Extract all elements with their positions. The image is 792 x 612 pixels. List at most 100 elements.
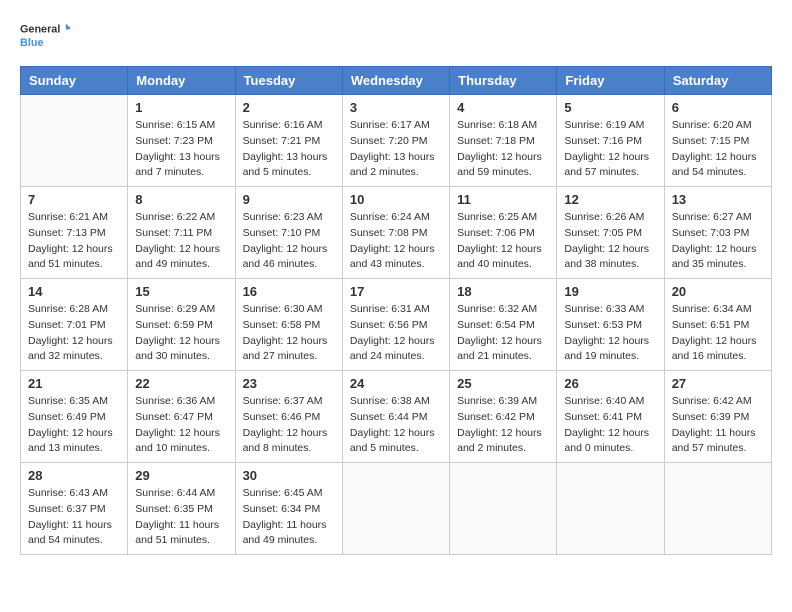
- day-info: Sunrise: 6:33 AMSunset: 6:53 PMDaylight:…: [564, 302, 656, 365]
- day-number: 28: [28, 468, 120, 483]
- calendar-cell: 4 Sunrise: 6:18 AMSunset: 7:18 PMDaylight…: [450, 95, 557, 187]
- calendar-cell: 30 Sunrise: 6:45 AMSunset: 6:34 PMDayligh…: [235, 463, 342, 555]
- day-number: 20: [672, 284, 764, 299]
- day-number: 4: [457, 100, 549, 115]
- weekday-header-saturday: Saturday: [664, 67, 771, 95]
- day-number: 13: [672, 192, 764, 207]
- weekday-header-friday: Friday: [557, 67, 664, 95]
- day-number: 6: [672, 100, 764, 115]
- weekday-header-thursday: Thursday: [450, 67, 557, 95]
- calendar-cell: 26 Sunrise: 6:40 AMSunset: 6:41 PMDayligh…: [557, 371, 664, 463]
- calendar-cell: 12 Sunrise: 6:26 AMSunset: 7:05 PMDayligh…: [557, 187, 664, 279]
- calendar-cell: [342, 463, 449, 555]
- calendar-cell: [450, 463, 557, 555]
- day-number: 11: [457, 192, 549, 207]
- calendar-cell: 20 Sunrise: 6:34 AMSunset: 6:51 PMDayligh…: [664, 279, 771, 371]
- day-info: Sunrise: 6:30 AMSunset: 6:58 PMDaylight:…: [243, 302, 335, 365]
- calendar-cell: 7Sunrise: 6:21 AMSunset: 7:13 PMDaylight…: [21, 187, 128, 279]
- week-row-1: 7Sunrise: 6:21 AMSunset: 7:13 PMDaylight…: [21, 187, 772, 279]
- calendar-cell: 27Sunrise: 6:42 AMSunset: 6:39 PMDayligh…: [664, 371, 771, 463]
- logo-svg: General Blue: [20, 16, 70, 56]
- svg-text:Blue: Blue: [20, 37, 43, 49]
- calendar-cell: 25 Sunrise: 6:39 AMSunset: 6:42 PMDayligh…: [450, 371, 557, 463]
- day-info: Sunrise: 6:35 AMSunset: 6:49 PMDaylight:…: [28, 394, 120, 457]
- day-number: 24: [350, 376, 442, 391]
- day-info: Sunrise: 6:43 AMSunset: 6:37 PMDaylight:…: [28, 486, 120, 549]
- day-info: Sunrise: 6:15 AMSunset: 7:23 PMDaylight:…: [135, 118, 227, 181]
- day-number: 5: [564, 100, 656, 115]
- calendar-cell: 1 Sunrise: 6:15 AMSunset: 7:23 PMDaylight…: [128, 95, 235, 187]
- day-info: Sunrise: 6:22 AMSunset: 7:11 PMDaylight:…: [135, 210, 227, 273]
- day-info: Sunrise: 6:28 AMSunset: 7:01 PMDaylight:…: [28, 302, 120, 365]
- day-info: Sunrise: 6:26 AMSunset: 7:05 PMDaylight:…: [564, 210, 656, 273]
- calendar-cell: 5 Sunrise: 6:19 AMSunset: 7:16 PMDaylight…: [557, 95, 664, 187]
- calendar-cell: 17 Sunrise: 6:31 AMSunset: 6:56 PMDayligh…: [342, 279, 449, 371]
- calendar-cell: 29 Sunrise: 6:44 AMSunset: 6:35 PMDayligh…: [128, 463, 235, 555]
- calendar-cell: 21Sunrise: 6:35 AMSunset: 6:49 PMDayligh…: [21, 371, 128, 463]
- day-number: 30: [243, 468, 335, 483]
- calendar-cell: 9 Sunrise: 6:23 AMSunset: 7:10 PMDaylight…: [235, 187, 342, 279]
- day-info: Sunrise: 6:20 AMSunset: 7:15 PMDaylight:…: [672, 118, 764, 181]
- calendar-cell: 23 Sunrise: 6:37 AMSunset: 6:46 PMDayligh…: [235, 371, 342, 463]
- day-number: 14: [28, 284, 120, 299]
- day-info: Sunrise: 6:19 AMSunset: 7:16 PMDaylight:…: [564, 118, 656, 181]
- weekday-header-monday: Monday: [128, 67, 235, 95]
- day-info: Sunrise: 6:23 AMSunset: 7:10 PMDaylight:…: [243, 210, 335, 273]
- day-info: Sunrise: 6:39 AMSunset: 6:42 PMDaylight:…: [457, 394, 549, 457]
- weekday-header-wednesday: Wednesday: [342, 67, 449, 95]
- calendar-cell: 16 Sunrise: 6:30 AMSunset: 6:58 PMDayligh…: [235, 279, 342, 371]
- calendar-cell: 3 Sunrise: 6:17 AMSunset: 7:20 PMDaylight…: [342, 95, 449, 187]
- day-number: 29: [135, 468, 227, 483]
- day-number: 3: [350, 100, 442, 115]
- calendar-cell: 2Sunrise: 6:16 AMSunset: 7:21 PMDaylight…: [235, 95, 342, 187]
- day-number: 9: [243, 192, 335, 207]
- calendar-cell: 22 Sunrise: 6:36 AMSunset: 6:47 PMDayligh…: [128, 371, 235, 463]
- day-number: 23: [243, 376, 335, 391]
- day-number: 25: [457, 376, 549, 391]
- calendar-cell: [557, 463, 664, 555]
- day-info: Sunrise: 6:18 AMSunset: 7:18 PMDaylight:…: [457, 118, 549, 181]
- day-number: 19: [564, 284, 656, 299]
- day-number: 17: [350, 284, 442, 299]
- weekday-header-tuesday: Tuesday: [235, 67, 342, 95]
- day-number: 2: [243, 100, 335, 115]
- day-info: Sunrise: 6:37 AMSunset: 6:46 PMDaylight:…: [243, 394, 335, 457]
- day-info: Sunrise: 6:32 AMSunset: 6:54 PMDaylight:…: [457, 302, 549, 365]
- day-number: 26: [564, 376, 656, 391]
- header: General Blue: [20, 16, 772, 56]
- weekday-header-sunday: Sunday: [21, 67, 128, 95]
- day-info: Sunrise: 6:17 AMSunset: 7:20 PMDaylight:…: [350, 118, 442, 181]
- day-info: Sunrise: 6:38 AMSunset: 6:44 PMDaylight:…: [350, 394, 442, 457]
- calendar-cell: 8 Sunrise: 6:22 AMSunset: 7:11 PMDaylight…: [128, 187, 235, 279]
- day-info: Sunrise: 6:34 AMSunset: 6:51 PMDaylight:…: [672, 302, 764, 365]
- day-number: 15: [135, 284, 227, 299]
- day-number: 16: [243, 284, 335, 299]
- day-number: 8: [135, 192, 227, 207]
- day-info: Sunrise: 6:24 AMSunset: 7:08 PMDaylight:…: [350, 210, 442, 273]
- day-info: Sunrise: 6:40 AMSunset: 6:41 PMDaylight:…: [564, 394, 656, 457]
- day-info: Sunrise: 6:44 AMSunset: 6:35 PMDaylight:…: [135, 486, 227, 549]
- day-info: Sunrise: 6:31 AMSunset: 6:56 PMDaylight:…: [350, 302, 442, 365]
- calendar-cell: 10 Sunrise: 6:24 AMSunset: 7:08 PMDayligh…: [342, 187, 449, 279]
- week-row-4: 28 Sunrise: 6:43 AMSunset: 6:37 PMDayligh…: [21, 463, 772, 555]
- calendar-cell: 6 Sunrise: 6:20 AMSunset: 7:15 PMDaylight…: [664, 95, 771, 187]
- day-number: 1: [135, 100, 227, 115]
- day-number: 22: [135, 376, 227, 391]
- day-info: Sunrise: 6:42 AMSunset: 6:39 PMDaylight:…: [672, 394, 764, 457]
- day-number: 10: [350, 192, 442, 207]
- day-info: Sunrise: 6:29 AMSunset: 6:59 PMDaylight:…: [135, 302, 227, 365]
- day-info: Sunrise: 6:25 AMSunset: 7:06 PMDaylight:…: [457, 210, 549, 273]
- calendar-cell: 11 Sunrise: 6:25 AMSunset: 7:06 PMDayligh…: [450, 187, 557, 279]
- calendar-table: SundayMondayTuesdayWednesdayThursdayFrid…: [20, 66, 772, 555]
- calendar-cell: 24 Sunrise: 6:38 AMSunset: 6:44 PMDayligh…: [342, 371, 449, 463]
- calendar-cell: 14 Sunrise: 6:28 AMSunset: 7:01 PMDayligh…: [21, 279, 128, 371]
- svg-text:General: General: [20, 24, 60, 36]
- day-info: Sunrise: 6:21 AMSunset: 7:13 PMDaylight:…: [28, 210, 120, 273]
- day-info: Sunrise: 6:36 AMSunset: 6:47 PMDaylight:…: [135, 394, 227, 457]
- day-info: Sunrise: 6:45 AMSunset: 6:34 PMDaylight:…: [243, 486, 335, 549]
- logo: General Blue: [20, 16, 70, 56]
- day-number: 18: [457, 284, 549, 299]
- calendar-cell: [21, 95, 128, 187]
- day-number: 12: [564, 192, 656, 207]
- week-row-2: 14 Sunrise: 6:28 AMSunset: 7:01 PMDayligh…: [21, 279, 772, 371]
